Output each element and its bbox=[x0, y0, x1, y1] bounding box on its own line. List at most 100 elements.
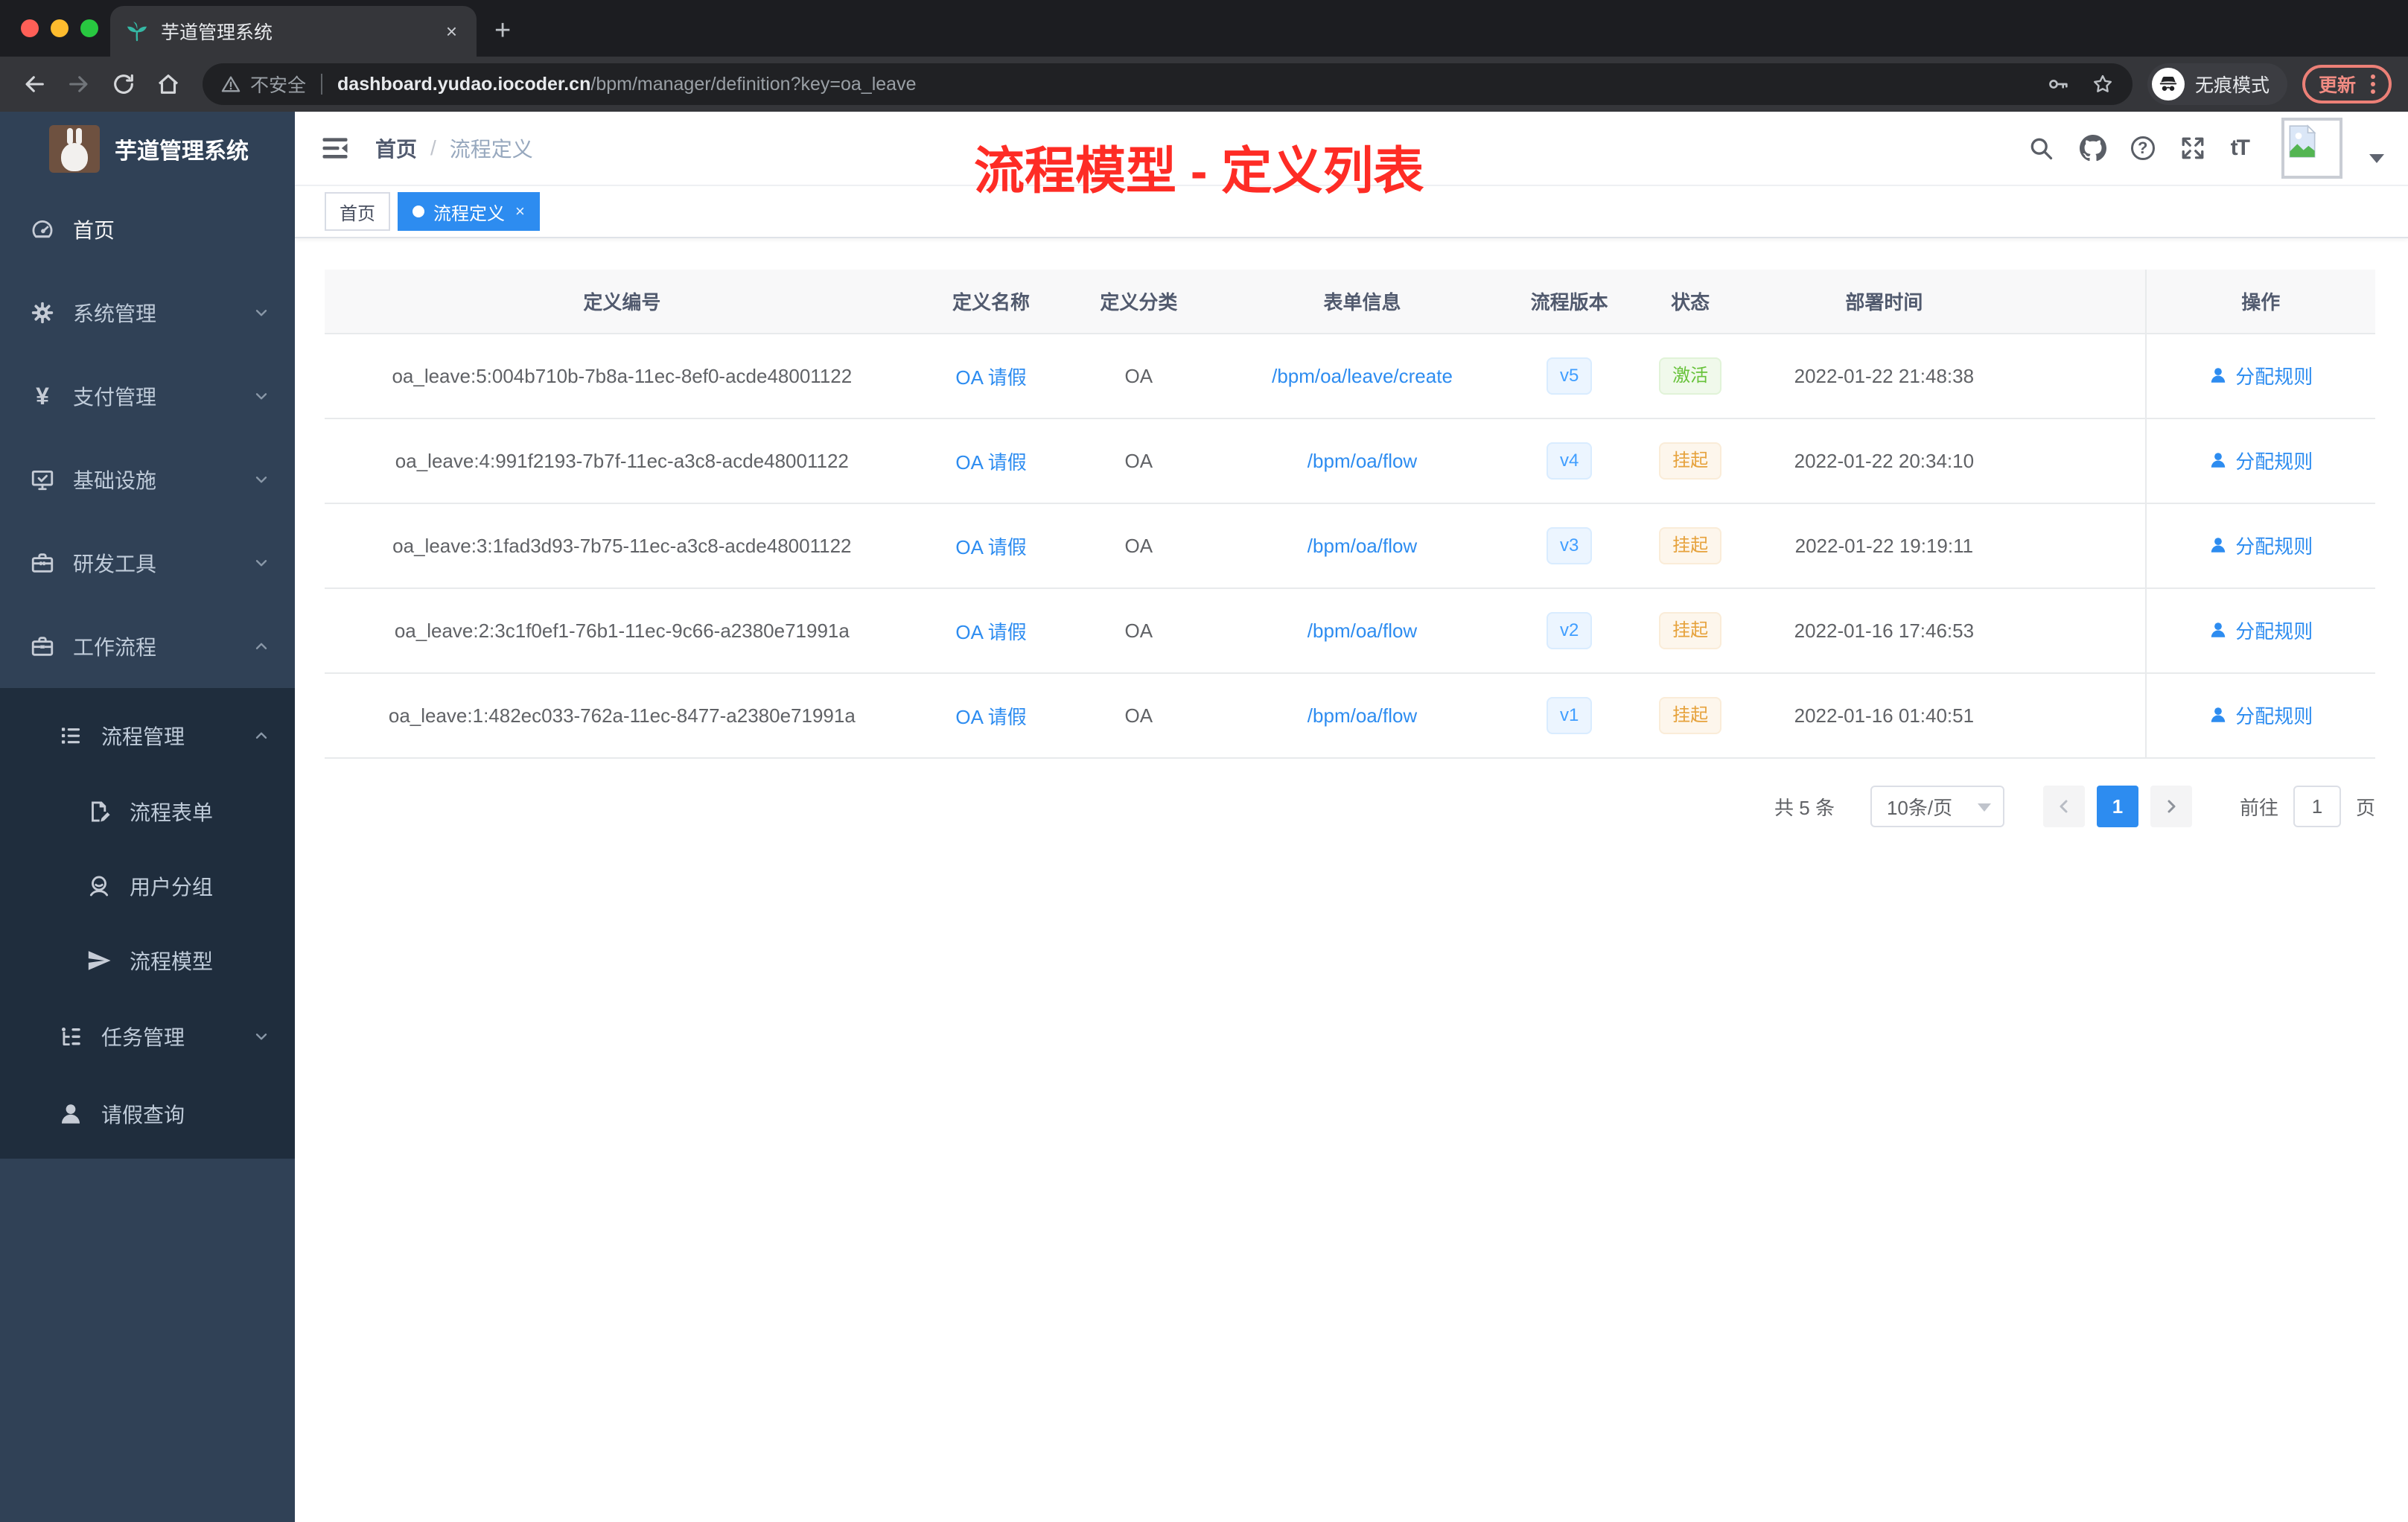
definition-table: 定义编号 定义名称 定义分类 表单信息 流程版本 状态 部署时间 操作 oa_l… bbox=[325, 270, 2375, 759]
sidebar-item-label: 请假查询 bbox=[101, 1104, 185, 1127]
github-icon[interactable] bbox=[2079, 134, 2107, 162]
cell-deploy-time: 2022-01-22 19:19:11 bbox=[1751, 503, 2016, 589]
next-page-button[interactable] bbox=[2150, 786, 2192, 827]
chevron-right-icon bbox=[2167, 800, 2176, 813]
hamburger-icon[interactable] bbox=[319, 132, 351, 165]
sidebar-item-infrastructure[interactable]: 基础设施 bbox=[0, 438, 295, 521]
font-size-icon[interactable]: tT bbox=[2231, 136, 2250, 161]
user-icon bbox=[2211, 707, 2226, 722]
sidebar-item-label: 支付管理 bbox=[73, 386, 157, 409]
minimize-window-button[interactable] bbox=[51, 19, 69, 37]
avatar[interactable] bbox=[2281, 118, 2342, 179]
bookmark-star-icon[interactable] bbox=[2091, 72, 2115, 96]
home-button[interactable] bbox=[149, 65, 188, 104]
sidebar-item-task-management[interactable]: 任务管理 bbox=[0, 998, 295, 1075]
back-button[interactable] bbox=[15, 65, 54, 104]
cell-spacer bbox=[2016, 673, 2146, 759]
prev-page-button[interactable] bbox=[2042, 786, 2085, 827]
assign-rule-button[interactable]: 分配规则 bbox=[2208, 532, 2313, 559]
screenshot-root: 芋道管理系统 × + 不安全 dashboard.yudao.iocoder.c… bbox=[0, 0, 2408, 1522]
sidebar-item-label: 工作流程 bbox=[73, 636, 157, 659]
sidebar-item-process-management[interactable]: 流程管理 bbox=[0, 697, 295, 774]
breadcrumb: 首页 / 流程定义 bbox=[375, 133, 533, 163]
definition-name-link[interactable]: OA 请假 bbox=[955, 536, 1026, 558]
table-header-row: 定义编号 定义名称 定义分类 表单信息 流程版本 状态 部署时间 操作 bbox=[325, 270, 2375, 334]
definition-name-link[interactable]: OA 请假 bbox=[955, 451, 1026, 474]
definition-name-link[interactable]: OA 请假 bbox=[955, 621, 1026, 643]
sidebar-item-system[interactable]: 系统管理 bbox=[0, 271, 295, 354]
assign-rule-button[interactable]: 分配规则 bbox=[2208, 447, 2313, 474]
form-link[interactable]: /bpm/oa/flow bbox=[1307, 450, 1417, 472]
status-badge: 挂起 bbox=[1659, 442, 1722, 480]
form-link[interactable]: /bpm/oa/flow bbox=[1307, 704, 1417, 727]
cell-definition-name: OA 请假 bbox=[919, 418, 1063, 504]
form-link[interactable]: /bpm/oa/leave/create bbox=[1272, 365, 1453, 387]
update-button[interactable]: 更新 bbox=[2302, 65, 2392, 104]
goto-page-input[interactable] bbox=[2293, 786, 2341, 827]
sidebar-item-label: 系统管理 bbox=[73, 302, 157, 325]
form-link[interactable]: /bpm/oa/flow bbox=[1307, 535, 1417, 557]
cell-deploy-time: 2022-01-22 20:34:10 bbox=[1751, 418, 2016, 504]
form-link[interactable]: /bpm/oa/flow bbox=[1307, 620, 1417, 642]
col-form-info: 表单信息 bbox=[1214, 270, 1510, 334]
forward-button[interactable] bbox=[60, 65, 98, 104]
zoom-window-button[interactable] bbox=[80, 19, 98, 37]
top-navbar: 首页 / 流程定义 ? tT bbox=[295, 112, 2408, 186]
definition-name-link[interactable]: OA 请假 bbox=[955, 706, 1026, 728]
cell-form-info: /bpm/oa/flow bbox=[1214, 503, 1510, 589]
page-size-select[interactable]: 10条/页 bbox=[1870, 786, 2004, 827]
avatar-caret-icon[interactable] bbox=[2369, 154, 2384, 163]
help-icon[interactable]: ? bbox=[2130, 136, 2155, 160]
sidebar-item-leave-query[interactable]: 请假查询 bbox=[0, 1075, 295, 1153]
breadcrumb-home[interactable]: 首页 bbox=[375, 133, 417, 163]
browser-tab[interactable]: 芋道管理系统 × bbox=[110, 6, 477, 57]
cell-deploy-time: 2022-01-22 21:48:38 bbox=[1751, 334, 2016, 419]
security-warning-icon bbox=[220, 74, 241, 95]
sidebar-item-process-form[interactable]: 流程表单 bbox=[0, 774, 295, 849]
sidebar-item-home[interactable]: 首页 bbox=[0, 188, 295, 271]
tag-process-definition[interactable]: 流程定义 × bbox=[398, 192, 540, 231]
cell-definition-category: OA bbox=[1063, 334, 1215, 419]
tree-icon bbox=[58, 1024, 83, 1049]
tab-close-icon[interactable]: × bbox=[442, 20, 462, 43]
assign-rule-button[interactable]: 分配规则 bbox=[2208, 701, 2313, 729]
url-separator bbox=[321, 74, 323, 95]
chevron-up-icon bbox=[253, 638, 270, 655]
incognito-label: 无痕模式 bbox=[2195, 75, 2270, 96]
new-tab-button[interactable]: + bbox=[494, 16, 511, 45]
sidebar-item-payment[interactable]: ¥ 支付管理 bbox=[0, 354, 295, 438]
tag-close-icon[interactable]: × bbox=[515, 202, 525, 221]
sidebar-item-workflow[interactable]: 工作流程 bbox=[0, 605, 295, 688]
url-bar[interactable]: 不安全 dashboard.yudao.iocoder.cn/bpm/manag… bbox=[203, 63, 2133, 105]
user-icon bbox=[2211, 538, 2226, 553]
sidebar-item-user-group[interactable]: 用户分组 bbox=[0, 849, 295, 923]
definition-name-link[interactable]: OA 请假 bbox=[955, 366, 1026, 389]
url-host: dashboard.yudao.iocoder.cn bbox=[337, 73, 591, 95]
pagination-total: 共 5 条 bbox=[1774, 796, 1835, 819]
navbar-icons: ? tT bbox=[2027, 118, 2384, 179]
sidebar-item-process-model[interactable]: 流程模型 bbox=[0, 923, 295, 998]
security-label[interactable]: 不安全 bbox=[250, 71, 306, 98]
assign-rule-button[interactable]: 分配规则 bbox=[2208, 362, 2313, 389]
reload-button[interactable] bbox=[104, 65, 143, 104]
page-number-1[interactable]: 1 bbox=[2096, 786, 2138, 827]
fullscreen-icon[interactable] bbox=[2179, 134, 2207, 162]
browser-menu-icon[interactable] bbox=[2371, 82, 2376, 86]
cell-spacer bbox=[2016, 588, 2146, 674]
app-logo-row[interactable]: 芋道管理系统 bbox=[0, 112, 295, 186]
password-key-icon[interactable] bbox=[2046, 72, 2070, 96]
tag-home[interactable]: 首页 bbox=[325, 192, 390, 231]
cell-process-version: v3 bbox=[1509, 503, 1629, 589]
pagination: 共 5 条 10条/页 1 前往 页 bbox=[325, 786, 2375, 827]
cell-deploy-time: 2022-01-16 17:46:53 bbox=[1751, 588, 2016, 674]
col-spacer bbox=[2016, 270, 2146, 334]
content-area: 定义编号 定义名称 定义分类 表单信息 流程版本 状态 部署时间 操作 oa_l… bbox=[295, 238, 2408, 827]
assign-rule-button[interactable]: 分配规则 bbox=[2208, 617, 2313, 644]
col-definition-id: 定义编号 bbox=[325, 270, 920, 334]
cell-process-version: v5 bbox=[1509, 334, 1629, 419]
sidebar-item-label: 流程模型 bbox=[130, 950, 214, 973]
sidebar-item-dev-tools[interactable]: 研发工具 bbox=[0, 521, 295, 605]
close-window-button[interactable] bbox=[21, 19, 39, 37]
status-badge: 挂起 bbox=[1659, 612, 1722, 649]
search-icon[interactable] bbox=[2027, 134, 2055, 162]
